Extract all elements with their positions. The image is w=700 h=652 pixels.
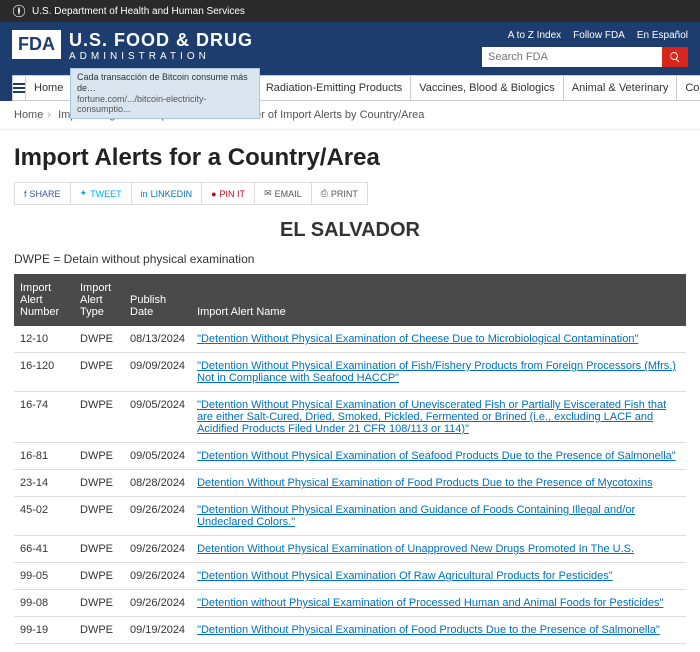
alert-link[interactable]: "Detention Without Physical Examination … xyxy=(191,497,686,536)
table-row: 99-19DWPE09/19/2024"Detention Without Ph… xyxy=(14,617,686,644)
cell-date: 09/05/2024 xyxy=(124,392,191,443)
facebook-icon: f xyxy=(24,189,27,199)
alert-link[interactable]: Detention Without Physical Examination o… xyxy=(191,470,686,497)
cell-number: 16-81 xyxy=(14,443,74,470)
logo-line1: U.S. FOOD & DRUG xyxy=(69,30,253,51)
link-follow[interactable]: Follow FDA xyxy=(573,30,625,41)
search-input[interactable] xyxy=(482,47,662,67)
cell-type: DWPE xyxy=(74,353,124,392)
link-espanol[interactable]: En Español xyxy=(637,30,688,41)
cell-date: 08/13/2024 xyxy=(124,326,191,353)
share-print[interactable]: ⎙PRINT xyxy=(312,183,367,204)
nav-radiation[interactable]: Radiation-Emitting Products xyxy=(258,75,411,101)
menu-toggle[interactable] xyxy=(12,75,26,101)
pinterest-icon: ● xyxy=(211,189,216,199)
cell-date: 09/26/2024 xyxy=(124,497,191,536)
table-row: 99-05DWPE09/26/2024"Detention Without Ph… xyxy=(14,563,686,590)
dwpe-note: DWPE = Detain without physical examinati… xyxy=(14,252,686,266)
table-row: 12-10DWPE08/13/2024"Detention Without Ph… xyxy=(14,326,686,353)
table-row: 16-120DWPE09/09/2024"Detention Without P… xyxy=(14,353,686,392)
share-email[interactable]: ✉EMAIL xyxy=(255,183,312,204)
alert-link[interactable]: "Detention Without Physical Examination … xyxy=(191,443,686,470)
search-button[interactable] xyxy=(662,47,688,67)
logo-line2: ADMINISTRATION xyxy=(69,51,253,62)
table-row: 45-02DWPE09/26/2024"Detention Without Ph… xyxy=(14,497,686,536)
cell-number: 23-14 xyxy=(14,470,74,497)
tooltip-title: Cada transacción de Bitcoin consume más … xyxy=(77,72,253,94)
cell-number: 16-120 xyxy=(14,353,74,392)
col-type: Import Alert Type xyxy=(74,274,124,326)
import-alerts-table: Import Alert Number Import Alert Type Pu… xyxy=(14,274,686,644)
cell-type: DWPE xyxy=(74,326,124,353)
cell-number: 66-41 xyxy=(14,536,74,563)
alert-link[interactable]: "Detention Without Physical Examination … xyxy=(191,563,686,590)
hhs-seal-icon xyxy=(12,4,26,18)
share-facebook[interactable]: fSHARE xyxy=(15,183,71,204)
fda-logo-block[interactable]: FDA U.S. FOOD & DRUG ADMINISTRATION xyxy=(12,30,253,62)
share-twitter[interactable]: ✦TWEET xyxy=(71,183,132,204)
table-row: 66-41DWPE09/26/2024Detention Without Phy… xyxy=(14,536,686,563)
cell-date: 09/19/2024 xyxy=(124,617,191,644)
cell-type: DWPE xyxy=(74,470,124,497)
fda-logo-mark: FDA xyxy=(12,30,61,59)
site-header: FDA U.S. FOOD & DRUG ADMINISTRATION A to… xyxy=(0,22,700,75)
nav-cosmetics[interactable]: Cosmetics xyxy=(677,75,700,101)
cell-date: 08/28/2024 xyxy=(124,470,191,497)
cell-number: 99-19 xyxy=(14,617,74,644)
cell-type: DWPE xyxy=(74,617,124,644)
cell-type: DWPE xyxy=(74,392,124,443)
link-az-index[interactable]: A to Z Index xyxy=(508,30,561,41)
cell-number: 45-02 xyxy=(14,497,74,536)
table-row: 16-81DWPE09/05/2024"Detention Without Ph… xyxy=(14,443,686,470)
alert-link[interactable]: Detention Without Physical Examination o… xyxy=(191,536,686,563)
email-icon: ✉ xyxy=(264,188,272,199)
cell-date: 09/26/2024 xyxy=(124,563,191,590)
cell-type: DWPE xyxy=(74,536,124,563)
cell-number: 16-74 xyxy=(14,392,74,443)
share-pinterest[interactable]: ●PIN IT xyxy=(202,183,255,204)
linkedin-icon: in xyxy=(141,189,148,199)
crumb-home[interactable]: Home xyxy=(14,109,43,121)
col-date: Publish Date xyxy=(124,274,191,326)
col-number: Import Alert Number xyxy=(14,274,74,326)
cell-number: 99-05 xyxy=(14,563,74,590)
alert-link[interactable]: "Detention Without Physical Examination … xyxy=(191,392,686,443)
cell-date: 09/09/2024 xyxy=(124,353,191,392)
col-name: Import Alert Name xyxy=(191,274,686,326)
search-form xyxy=(482,47,688,67)
top-utility-links: A to Z Index Follow FDA En Español xyxy=(482,30,688,41)
hhs-dept-text: U.S. Department of Health and Human Serv… xyxy=(32,6,245,17)
search-icon xyxy=(669,51,681,63)
cell-date: 09/05/2024 xyxy=(124,443,191,470)
tooltip-url: fortune.com/.../bitcoin-electricity-cons… xyxy=(77,94,253,116)
alert-link[interactable]: "Detention Without Physical Examination … xyxy=(191,326,686,353)
page-title: Import Alerts for a Country/Area xyxy=(14,144,686,172)
nav-home[interactable]: Home xyxy=(26,75,72,101)
alert-link[interactable]: "Detention Without Physical Examination … xyxy=(191,617,686,644)
nav-animal[interactable]: Animal & Veterinary xyxy=(564,75,678,101)
hhs-top-bar: U.S. Department of Health and Human Serv… xyxy=(0,0,700,22)
cell-type: DWPE xyxy=(74,443,124,470)
twitter-icon: ✦ xyxy=(80,188,88,199)
share-bar: fSHARE ✦TWEET inLINKEDIN ●PIN IT ✉EMAIL … xyxy=(14,182,368,205)
hover-tooltip: Cada transacción de Bitcoin consume más … xyxy=(70,68,260,119)
cell-type: DWPE xyxy=(74,563,124,590)
nav-vaccines[interactable]: Vaccines, Blood & Biologics xyxy=(411,75,564,101)
country-heading: EL SALVADOR xyxy=(0,219,700,242)
cell-date: 09/26/2024 xyxy=(124,536,191,563)
table-row: 16-74DWPE09/05/2024"Detention Without Ph… xyxy=(14,392,686,443)
cell-type: DWPE xyxy=(74,497,124,536)
table-row: 23-14DWPE08/28/2024Detention Without Phy… xyxy=(14,470,686,497)
cell-number: 12-10 xyxy=(14,326,74,353)
alert-link[interactable]: "Detention Without Physical Examination … xyxy=(191,353,686,392)
print-icon: ⎙ xyxy=(321,188,328,199)
share-linkedin[interactable]: inLINKEDIN xyxy=(132,183,203,204)
